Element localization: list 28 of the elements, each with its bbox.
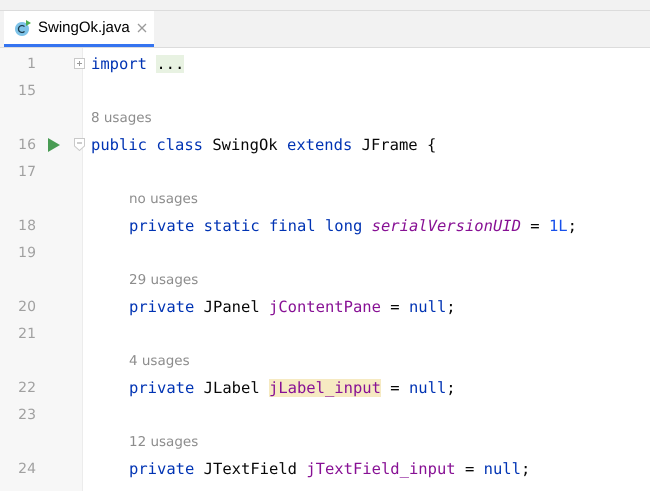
line-number: 23 [17,406,36,422]
line-number: 19 [17,244,36,260]
code-line: import ... [91,54,184,72]
class-file-icon [14,18,32,36]
code-line: private JTextField jTextField_input = null; [129,460,530,478]
close-icon[interactable] [136,22,148,34]
file-tab[interactable]: SwingOk.java [4,11,154,47]
code-line: private JPanel jContentPane = null; [129,298,456,316]
code-line: private JLabel jLabel_input = null; [129,378,456,396]
line-number: 20 [17,298,36,314]
run-icon[interactable] [48,138,60,152]
code-line: private static final long serialVersionUID = 1L; [129,216,577,234]
fold-collapse-icon[interactable] [74,138,85,151]
line-number: 15 [17,82,36,98]
line-number: 22 [17,380,36,396]
line-number: 17 [17,164,36,180]
fold-expand-icon[interactable] [74,58,85,69]
line-number: 18 [17,218,36,234]
usages-hint[interactable]: no usages [129,190,198,206]
line-number: 1 [26,56,36,72]
usages-hint[interactable]: 4 usages [129,352,190,368]
usages-hint[interactable]: 12 usages [129,434,198,450]
line-number: 24 [17,460,36,476]
usages-hint[interactable]: 8 usages [91,110,152,126]
line-number: 16 [17,136,36,152]
line-number: 21 [17,326,36,342]
usages-hint[interactable]: 29 usages [129,272,198,288]
code-line: public class SwingOk extends JFrame { [91,136,436,154]
